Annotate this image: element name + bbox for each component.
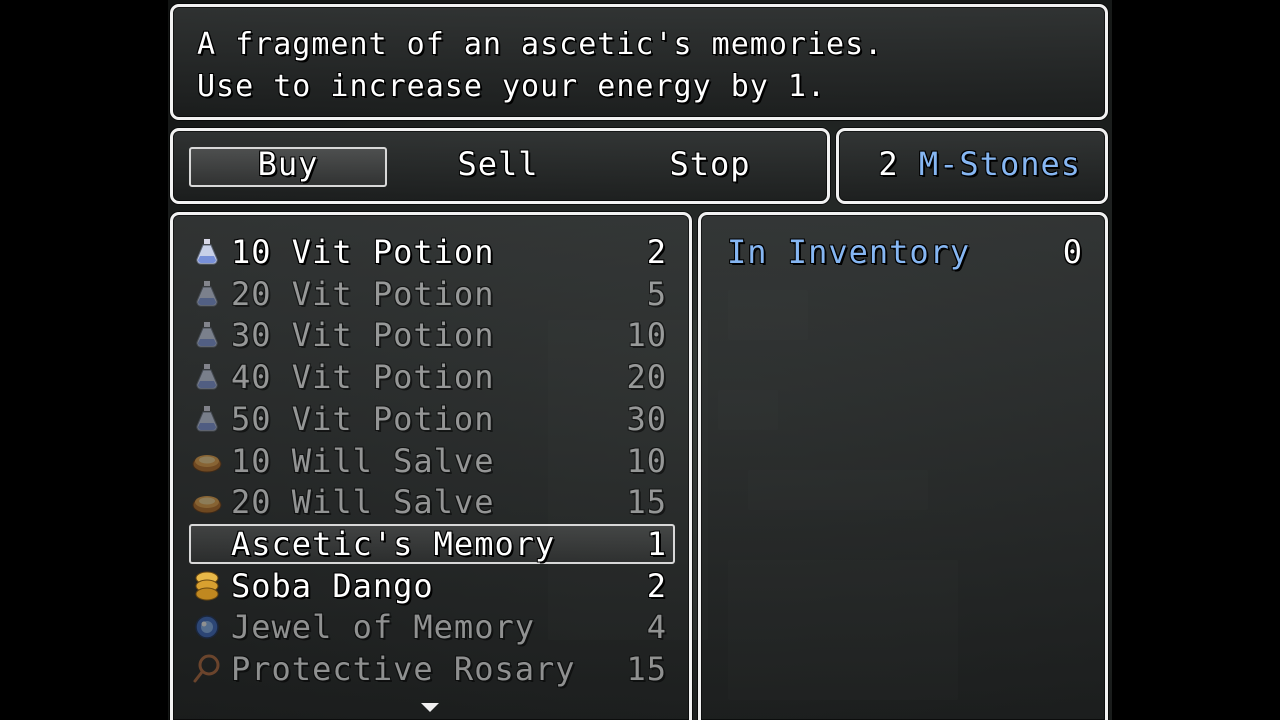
currency-amount: 2 [878,145,899,183]
potion-icon [191,361,223,393]
item-price: 20 [626,358,667,397]
item-name: Ascetic's Memory [231,524,556,563]
potion-icon [191,403,223,435]
help-window: A fragment of an ascetic's memories. Use… [170,4,1108,120]
currency-display: 2 M-Stones [878,145,1081,183]
item-name: Soba Dango [231,566,434,605]
shop-item-row[interactable]: 20 Vit Potion 5 [173,273,689,315]
jewel-icon [191,611,223,643]
currency-unit: M-Stones [918,145,1081,183]
stop-command[interactable]: Stop [611,145,809,183]
item-name: 30 Vit Potion [231,316,495,355]
inventory-count: 0 [1062,233,1083,271]
item-price: 10 [626,316,667,355]
rosary-icon [191,653,223,685]
item-name: 20 Will Salve [231,483,495,522]
item-name: 40 Vit Potion [231,358,495,397]
potion-icon [191,278,223,310]
item-price: 15 [626,650,667,688]
shop-command-window: Buy Sell Stop [170,128,830,204]
potion-icon [191,319,223,351]
shop-item-row[interactable]: 30 Vit Potion 10 [173,314,689,356]
buy-item-list-window: 10 Vit Potion 2 20 Vit Potion 5 30 Vit Potio… [170,212,692,720]
shop-item-row[interactable]: Jewel of Memory 4 [173,606,689,648]
currency-window: 2 M-Stones [836,128,1108,204]
sell-command[interactable]: Sell [399,145,597,183]
item-price: 15 [626,483,667,522]
in-inventory-label: In Inventory [727,233,971,271]
shop-item-row[interactable]: 20 Will Salve 15 [173,481,689,523]
item-name: 20 Vit Potion [231,274,495,313]
salve-icon [191,486,223,518]
item-price: 2 [646,233,667,271]
item-status-window: In Inventory 0 [698,212,1108,720]
help-text-line-1: A fragment of an ascetic's memories. [197,27,884,62]
item-price: 5 [646,274,667,313]
item-price: 30 [626,399,667,438]
salve-icon [191,445,223,477]
scroll-down-arrow-icon[interactable] [421,703,439,712]
item-name: Protective Rosary [231,650,576,688]
item-name: Jewel of Memory [231,608,535,647]
shop-item-row[interactable]: 10 Will Salve 10 [173,440,689,482]
shop-item-row[interactable]: 40 Vit Potion 20 [173,356,689,398]
potion-icon [191,236,223,268]
shop-item-row[interactable]: Soba Dango 2 [173,565,689,607]
item-price: 10 [626,441,667,480]
shop-item-row[interactable]: Protective Rosary 15 [173,648,689,690]
item-name: 10 Will Salve [231,441,495,480]
help-text-line-2: Use to increase your energy by 1. [197,69,827,104]
item-price: 2 [646,566,667,605]
buy-command[interactable]: Buy [189,145,387,183]
dango-icon [191,570,223,602]
item-price: 1 [646,524,667,563]
shop-item-row[interactable]: 10 Vit Potion 2 [173,231,689,273]
item-name: 10 Vit Potion [231,233,495,271]
shop-item-row[interactable]: 50 Vit Potion 30 [173,398,689,440]
item-price: 4 [646,608,667,647]
item-name: 50 Vit Potion [231,399,495,438]
shop-item-row[interactable]: Ascetic's Memory 1 [173,523,689,565]
